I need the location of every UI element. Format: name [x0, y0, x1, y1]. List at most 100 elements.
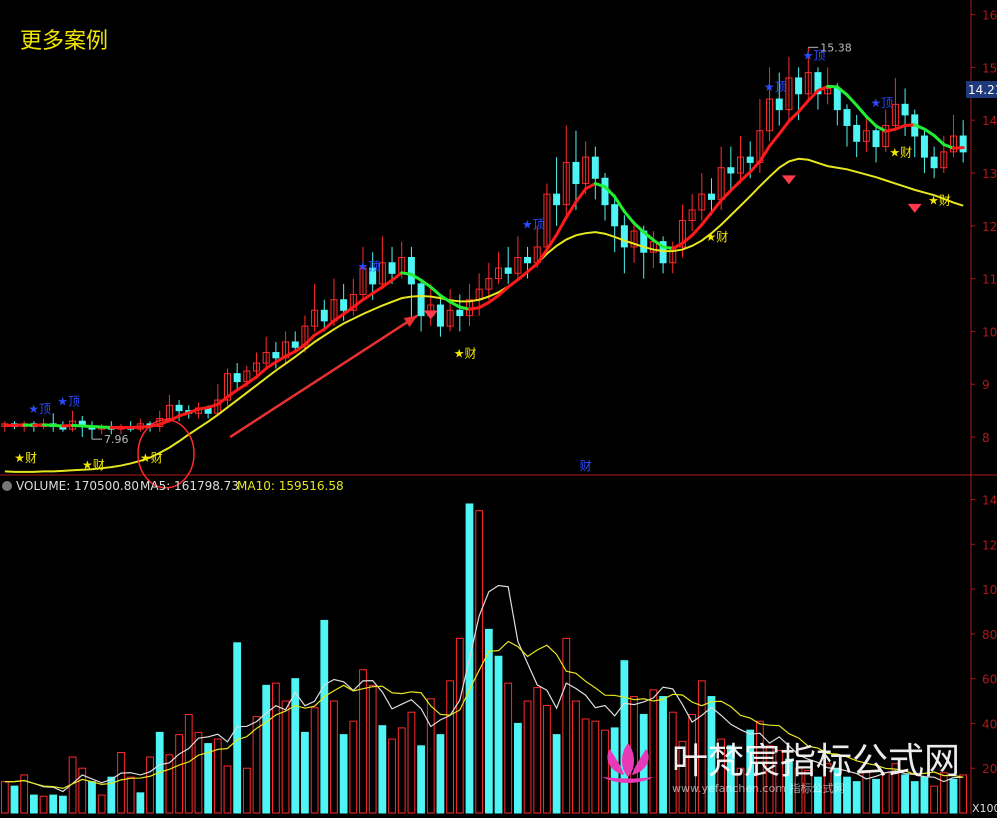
- candle-down: [611, 204, 619, 227]
- bottom-marker: 财: [580, 459, 592, 473]
- watermark-main: 叶梵宸指标公式网: [672, 741, 960, 782]
- volume-toggle-icon[interactable]: [2, 481, 12, 491]
- volume-tick-label: 100: [982, 583, 997, 597]
- high-mark-label: 15.38: [820, 41, 852, 54]
- candle-down: [436, 304, 444, 327]
- buy-signal-marker: ★财: [82, 458, 105, 472]
- volume-tick-label: 20: [982, 762, 997, 776]
- volume-ma5-label: MA5: 161798.73: [140, 479, 239, 493]
- volume-bar-down: [49, 794, 58, 814]
- volume-tick-label: 60: [982, 673, 997, 687]
- candle-down: [920, 135, 928, 158]
- stock-chart: ★财★财★财★财★财★财★财★顶★顶★顶★顶★顶★顶★顶 15.387.96财 …: [0, 0, 997, 815]
- candle-down: [833, 87, 841, 111]
- volume-bar-down: [301, 731, 309, 814]
- volume-bar-down: [233, 642, 242, 814]
- low-mark-label: 7.96: [104, 433, 128, 446]
- price-tick-label: 11: [982, 273, 997, 287]
- volume-bar-down: [339, 734, 348, 814]
- candle-down: [417, 283, 425, 317]
- volume-bar-down: [10, 785, 19, 814]
- top-signal-marker: ★顶: [764, 80, 787, 94]
- price-tick-label: 8: [982, 431, 990, 445]
- candle-down: [291, 341, 299, 348]
- watermark-sub: www.yefanchen.com 指标公式网: [672, 781, 845, 795]
- candle-down: [930, 156, 938, 169]
- top-signal-marker: ★顶: [28, 402, 51, 416]
- volume-bar-down: [136, 792, 145, 814]
- price-tick-label: 10: [982, 325, 997, 339]
- buy-signal-marker: ★财: [705, 230, 728, 244]
- volume-tick-label: 140: [982, 493, 997, 507]
- candle-down: [959, 135, 967, 153]
- volume-bar-down: [513, 722, 522, 814]
- candle-down: [572, 161, 580, 185]
- candle-down: [601, 177, 609, 206]
- candle-down: [407, 256, 415, 285]
- price-tick-label: 9: [982, 378, 990, 392]
- candle-down: [795, 77, 803, 95]
- volume-tick-label: 120: [982, 538, 997, 552]
- candle-down: [388, 262, 396, 274]
- candle-down: [175, 404, 183, 412]
- price-tick-label: 13: [982, 167, 997, 181]
- volume-bar-down: [872, 778, 880, 814]
- price-tick-label: 12: [982, 220, 997, 234]
- candle-down: [872, 130, 880, 148]
- volume-bar-down: [620, 660, 629, 814]
- price-tick-label: 16: [982, 9, 997, 23]
- volume-tick-label: 40: [982, 717, 997, 731]
- volume-bar-down: [552, 734, 561, 814]
- volume-title: VOLUME: 170500.80: [16, 479, 139, 493]
- volume-bar-down: [659, 696, 667, 814]
- volume-bar-down: [920, 776, 929, 814]
- volume-bar-down: [291, 678, 300, 814]
- candle-down: [843, 109, 851, 126]
- chart-stage: ★财 ★财 ★财 ★财 ★财 ★财 ★财 ★顶 ★顶 ★顶 ★顶 ★顶 ★顶 ★顶 15.38 7.96 财 …: [0, 0, 997, 815]
- price-tick-label: 14: [982, 114, 997, 128]
- volume-tick-label: 80: [982, 628, 997, 642]
- volume-bar-down: [59, 795, 67, 814]
- volume-bar-down: [262, 684, 271, 814]
- candle-down: [707, 193, 715, 200]
- candle-down: [553, 193, 561, 206]
- volume-bar-down: [910, 781, 919, 814]
- volume-unit-label: X100: [972, 802, 997, 814]
- candle-down: [853, 124, 861, 142]
- price-tick-label: 15: [982, 61, 997, 75]
- candle-down: [775, 98, 783, 111]
- volume-bar-down: [378, 725, 387, 814]
- candle-down: [233, 373, 241, 383]
- candle-down: [901, 103, 909, 116]
- candle-down: [320, 309, 328, 322]
- volume-bar-down: [949, 778, 958, 814]
- volume-bar-down: [852, 781, 861, 814]
- volume-bar-down: [843, 776, 851, 814]
- volume-ma10-label: MA10: 159516.58: [237, 479, 344, 493]
- buy-signal-marker: ★财: [454, 346, 477, 360]
- volume-bar-down: [436, 734, 445, 814]
- volume-bar-down: [88, 781, 96, 814]
- top-signal-marker: ★顶: [870, 96, 893, 110]
- candle-down: [591, 156, 599, 179]
- volume-bar-down: [417, 745, 425, 814]
- current-price-label: 14.21: [968, 83, 997, 97]
- top-signal-marker: ★顶: [57, 394, 80, 408]
- candle-down: [524, 256, 532, 264]
- buy-signal-marker: ★财: [889, 146, 912, 160]
- buy-signal-marker: ★财: [928, 193, 951, 207]
- candle-down: [727, 167, 735, 174]
- candle-down: [746, 156, 754, 163]
- volume-bar-down: [320, 619, 329, 814]
- buy-signal-marker: ★财: [140, 451, 163, 465]
- candle-down: [340, 299, 348, 311]
- buy-signal-marker: ★财: [14, 451, 37, 465]
- ma-short-segment: [951, 146, 965, 150]
- candle-down: [272, 352, 280, 359]
- volume-bar-down: [29, 794, 38, 814]
- candle-down: [456, 309, 464, 317]
- volume-bar-down: [204, 743, 213, 814]
- top-signal-marker: ★顶: [522, 217, 545, 231]
- volume-bar-down: [494, 655, 503, 814]
- candle-down: [504, 267, 512, 274]
